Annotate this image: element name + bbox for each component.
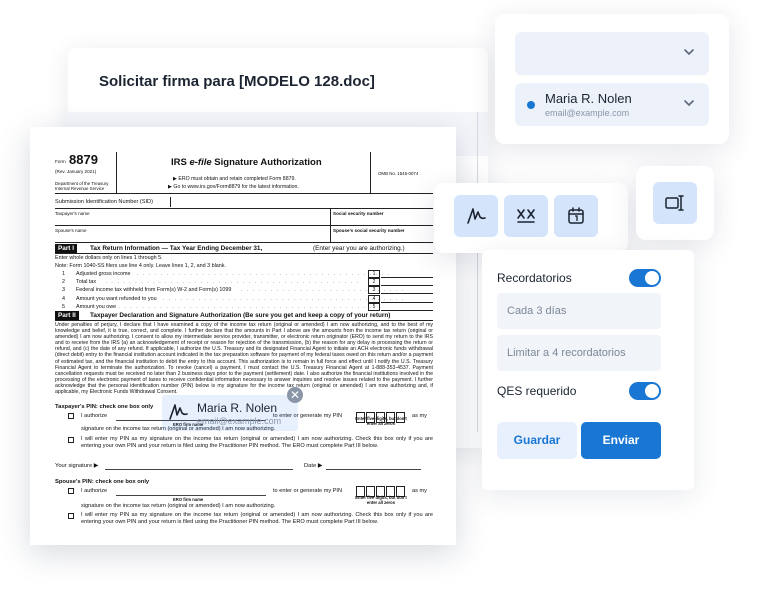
authorize-label: I authorize (81, 413, 108, 419)
line-number: 4 (62, 295, 65, 302)
request-settings-card: Recordatorios Cada 3 días Limitar a 4 re… (482, 250, 694, 490)
line-text: Adjusted gross income (76, 271, 131, 277)
reminders-label: Recordatorios (497, 271, 572, 285)
line-amount-field[interactable] (381, 293, 433, 295)
signer-email: email@example.com (545, 108, 630, 118)
signature-icon (169, 404, 188, 420)
qes-label: QES requerido (497, 384, 577, 398)
form-label: Form (55, 159, 66, 164)
form-note: Note: Form 1040-SS filers use line 4 onl… (55, 263, 226, 269)
text-field-icon (665, 195, 684, 211)
dot-leader: . . . . . . . . . . . . . . . . . . . . … (136, 271, 391, 277)
reminder-limit-field[interactable]: Limitar a 4 recordatorios (497, 335, 661, 371)
line-number: 3 (62, 287, 65, 294)
text-field-tool-button[interactable] (653, 182, 697, 224)
declaration-text: Under penalties of perjury, I declare th… (55, 322, 433, 396)
line-amount-field[interactable] (381, 285, 433, 287)
part2-tag: Part II (55, 311, 79, 320)
date-tool-button[interactable] (554, 195, 598, 237)
empty-signer-select[interactable] (515, 32, 709, 75)
line-number: 2 (62, 279, 65, 286)
line-text: Amount you want refunded to you (76, 295, 157, 302)
spouse-five-digits-note: Enter five digits, but don't enter all z… (355, 495, 407, 505)
form-omb: OMB No. 1545-0074 (378, 171, 419, 176)
taxpayer-practitioner-checkbox[interactable] (68, 437, 74, 443)
spouse-authorize-checkbox[interactable] (68, 488, 74, 494)
chevron-down-icon (684, 100, 694, 107)
part1-tag: Part I (55, 244, 77, 253)
spouse-authorize-label: I authorize (81, 488, 108, 494)
line-number: 5 (62, 303, 65, 310)
your-signature-label: Your signature ▶ (55, 463, 99, 469)
initials-tool-button[interactable] (504, 195, 548, 237)
line-text: Federal income tax withheld from Form(s)… (76, 287, 232, 294)
part1-tail: (Enter year you are authorizing.) (313, 245, 405, 252)
line-amount-field[interactable] (381, 277, 433, 278)
line-text: Total tax (76, 279, 97, 286)
spouse-practitioner-checkbox[interactable] (68, 513, 74, 519)
send-button[interactable]: Enviar (581, 422, 661, 459)
five-digits-note: Enter five digits, but don't enter all z… (355, 416, 407, 426)
spouse-to-enter-label: to enter or generate my PIN (273, 488, 343, 494)
line-number-box: 5 (368, 302, 380, 311)
signature-tool-button[interactable] (454, 195, 498, 237)
part1-title: Tax Return Information — Tax Year Ending… (90, 245, 263, 252)
line-number: 1 (62, 271, 65, 277)
reminders-toggle[interactable] (629, 269, 661, 287)
spouse-name-label: Spouse's name (55, 228, 87, 233)
signer-select[interactable]: Maria R. Nolen email@example.com (515, 83, 709, 126)
reminder-interval-field[interactable]: Cada 3 días (497, 293, 661, 329)
signature-icon (467, 208, 486, 224)
request-title: Solicitar firma para [MODELO 128.doc] (99, 73, 375, 90)
form-irs: Internal Revenue Service (55, 186, 105, 191)
initials-icon (517, 209, 535, 223)
request-scrollbar[interactable] (477, 112, 478, 432)
as-my-label: as my (412, 413, 427, 419)
ssn-label: Social security number (333, 211, 384, 216)
document-page: Form 8879 (Rev. January 2021) Department… (30, 127, 456, 545)
text-field-tool-card (636, 166, 714, 240)
form-instruction-2: ▶ Go to www.irs.gov/Form8879 for the lat… (168, 184, 299, 190)
spouse-ssn-label: Spouse's social security number (333, 228, 405, 233)
placed-signer-name: Maria R. Nolen (197, 401, 278, 415)
save-button[interactable]: Guardar (497, 422, 577, 459)
whole-dollars-note: Enter whole dollars only on lines 1 thro… (55, 255, 163, 261)
form-title: IRS e-file Signature Authorization (171, 157, 322, 168)
taxpayer-authorize-checkbox[interactable] (68, 413, 74, 419)
spouse-signature-line-text: signature on the income tax return (orig… (81, 503, 276, 509)
dot-leader: . . . . . . . . . . . . . . . . . . . . … (118, 303, 373, 310)
line-number-box: 3 (368, 286, 380, 295)
field-tools-card (434, 183, 628, 253)
form-instruction-1: ▶ ERO must obtain and retain completed F… (173, 176, 296, 182)
dot-leader: . . . . . . . . . . . . . . . . . . . . … (105, 279, 360, 286)
chevron-down-icon (684, 49, 694, 56)
line-number-box: 4 (368, 294, 380, 303)
spouse-practitioner-text: I will enter my PIN as my signature on t… (81, 512, 433, 525)
close-icon[interactable]: ✕ (287, 387, 303, 403)
date-label: Date ▶ (304, 463, 323, 469)
date-icon (568, 207, 584, 224)
line-amount-field[interactable] (381, 301, 433, 303)
sid-label: Submission Identification Number (SID) (55, 199, 153, 205)
signer-name: Maria R. Nolen (545, 91, 632, 106)
form-rev: (Rev. January 2021) (55, 169, 97, 174)
line-text: Amount you owe (76, 303, 117, 310)
line-amount-field[interactable] (381, 309, 433, 311)
form-number: 8879 (69, 152, 98, 167)
placed-signer-email: email@example.com (197, 416, 282, 426)
signer-select-card: Maria R. Nolen email@example.com (495, 14, 729, 144)
spouse-pin-heading: Spouse's PIN: check one box only (55, 479, 150, 485)
taxpayer-name-label: Taxpayer's name (55, 211, 90, 216)
practitioner-text: I will enter my PIN as my signature on t… (81, 436, 433, 449)
line-number-box: 1 (368, 270, 380, 278)
taxpayer-pin-heading: Taxpayer's PIN: check one box only (55, 404, 154, 410)
spouse-as-my-label: as my (412, 488, 427, 494)
signer-color-dot (527, 101, 535, 109)
part2-title: Taxpayer Declaration and Signature Autho… (90, 312, 391, 319)
spouse-ero-firm-label: ERO firm name (173, 497, 204, 502)
line-number-box: 2 (368, 278, 380, 287)
qes-toggle[interactable] (629, 382, 661, 400)
